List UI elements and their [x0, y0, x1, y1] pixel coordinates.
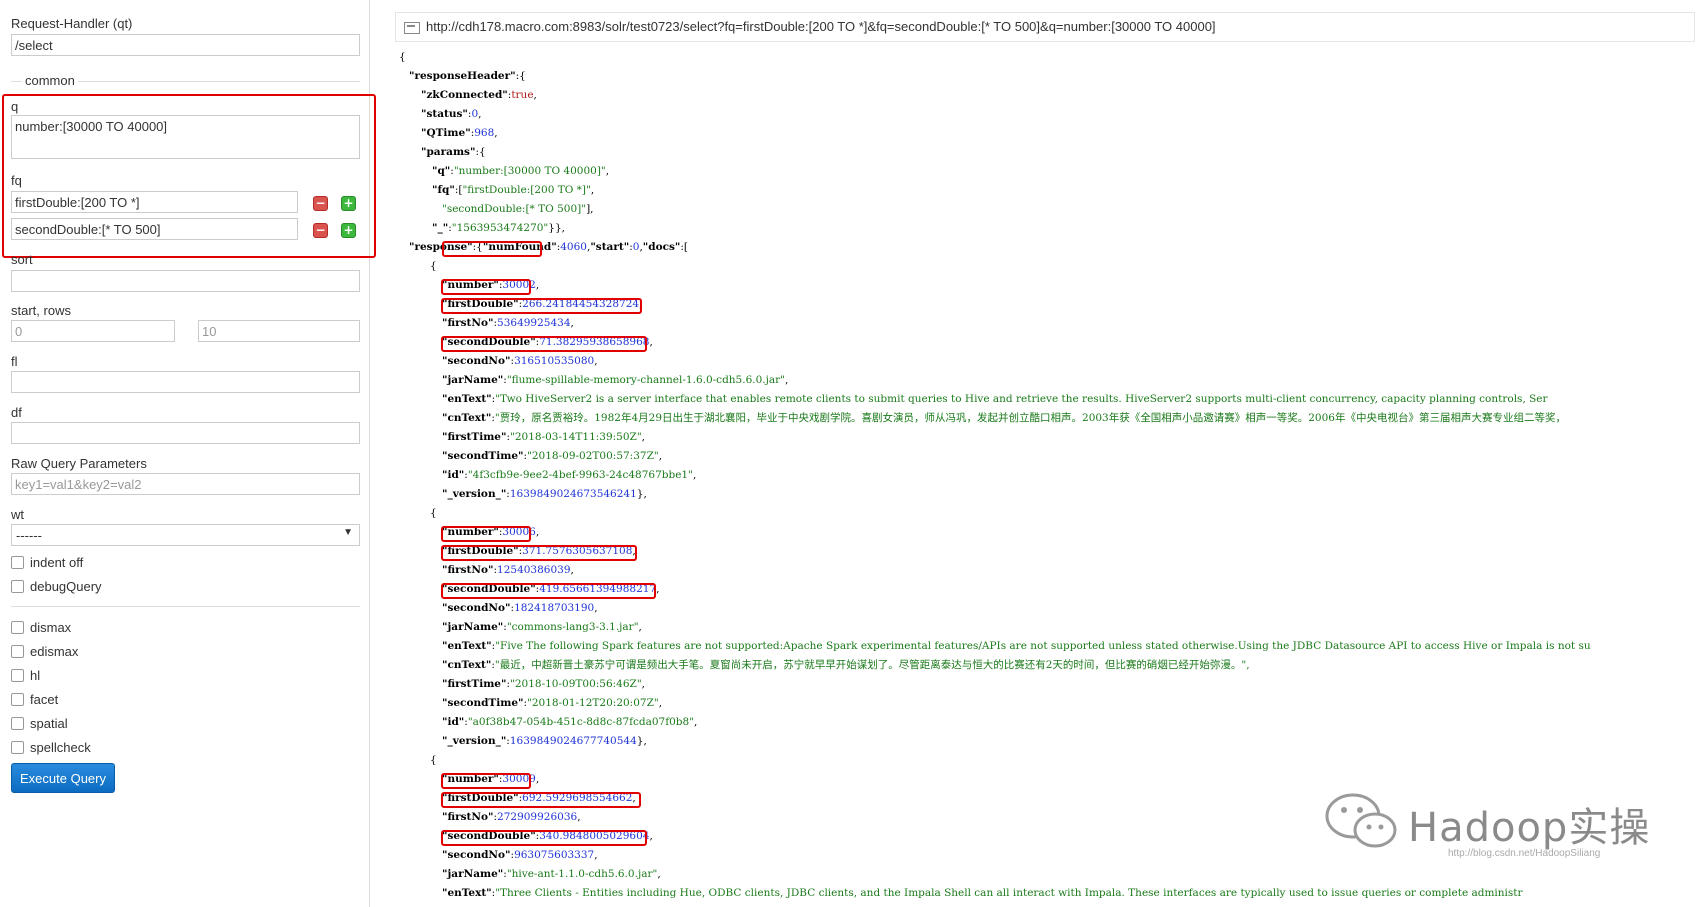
- highlight-firstdouble-box: [441, 298, 642, 314]
- json-line: "jarName":"commons-lang3-3.1.jar",: [442, 621, 642, 633]
- json-line: "secondTime":"2018-01-12T20:20:07Z",: [442, 697, 663, 709]
- fl-label: fl: [11, 354, 18, 369]
- json-line: "responseHeader":{: [409, 70, 526, 82]
- highlight-seconddouble-box: [441, 830, 647, 846]
- json-line: "firstNo":272909926036,: [442, 811, 581, 823]
- link-icon: [404, 21, 420, 34]
- json-line: "secondTime":"2018-09-02T00:57:37Z",: [442, 450, 663, 462]
- json-line: "_version_":1639849024673546241},: [442, 488, 647, 500]
- highlight-numfound-box: [442, 241, 542, 257]
- wt-label: wt: [11, 507, 24, 522]
- spellcheck-checkbox[interactable]: spellcheck: [11, 740, 91, 755]
- checkbox-box[interactable]: [11, 717, 24, 730]
- response-url-bar[interactable]: http://cdh178.macro.com:8983/solr/test07…: [395, 12, 1695, 42]
- json-line: "secondNo":316510535080,: [442, 355, 598, 367]
- json-line: "zkConnected":true,: [421, 89, 537, 101]
- json-line: "firstTime":"2018-10-09T00:56:46Z",: [442, 678, 646, 690]
- indent-off-checkbox[interactable]: indent off: [11, 555, 83, 570]
- checkbox-box[interactable]: [11, 621, 24, 634]
- raw-query-input[interactable]: key1=val1&key2=val2: [11, 473, 360, 495]
- checkbox-label: hl: [30, 668, 41, 683]
- json-line: "enText":"Five The following Spark featu…: [442, 640, 1591, 652]
- json-line: "QTime":968,: [421, 127, 498, 139]
- checkbox-label: debugQuery: [30, 579, 102, 594]
- highlight-query-box: [2, 94, 376, 258]
- watermark-text: Hadoop实操: [1408, 805, 1651, 851]
- checkbox-box[interactable]: [11, 669, 24, 682]
- spatial-checkbox[interactable]: spatial: [11, 716, 68, 731]
- json-line: "cnText":"最近，中超新晋土豪苏宁可谓是频出大手笔。夏窗尚未开启，苏宁就…: [442, 659, 1250, 671]
- wechat-icon: [1325, 793, 1397, 848]
- highlight-seconddouble-box: [441, 336, 647, 352]
- json-line: "params":{: [421, 146, 486, 158]
- json-line: "status":0,: [421, 108, 482, 120]
- checkbox-label: spellcheck: [30, 740, 91, 755]
- json-line: "jarName":"hive-ant-1.1.0-cdh5.6.0.jar",: [442, 868, 661, 880]
- highlight-number-box: [441, 279, 531, 295]
- json-line: "secondDouble:[* TO 500]"],: [442, 203, 594, 215]
- edismax-checkbox[interactable]: edismax: [11, 644, 78, 659]
- debug-query-checkbox[interactable]: debugQuery: [11, 579, 102, 594]
- watermark-url: http://blog.csdn.net/HadoopSiliang: [1448, 848, 1601, 859]
- df-label: df: [11, 405, 22, 420]
- json-line: "firstNo":12540386039,: [442, 564, 574, 576]
- dismax-checkbox[interactable]: dismax: [11, 620, 71, 635]
- json-line: {: [430, 507, 437, 519]
- checkbox-box[interactable]: [11, 556, 24, 569]
- json-line: "enText":"Three Clients - Entities inclu…: [442, 887, 1523, 899]
- checkbox-box[interactable]: [11, 580, 24, 593]
- sort-label: sort: [11, 252, 33, 267]
- json-line: "secondNo":182418703190,: [442, 602, 598, 614]
- response-url[interactable]: http://cdh178.macro.com:8983/solr/test07…: [426, 19, 1216, 34]
- json-line: "firstNo":53649925434,: [442, 317, 574, 329]
- json-line: "_version_":1639849024677740544},: [442, 735, 647, 747]
- highlight-number-box: [441, 526, 531, 542]
- rows-input[interactable]: 10: [198, 320, 360, 342]
- json-line: {: [430, 754, 437, 766]
- fl-input[interactable]: [11, 371, 360, 393]
- common-section-label: common: [22, 73, 78, 88]
- highlight-firstdouble-box: [441, 545, 637, 561]
- checkbox-label: facet: [30, 692, 59, 707]
- options-divider: [11, 606, 360, 607]
- checkbox-label: dismax: [30, 620, 72, 635]
- request-handler-label: Request-Handler (qt): [11, 16, 133, 31]
- json-line: "jarName":"flume-spillable-memory-channe…: [442, 374, 789, 386]
- checkbox-box[interactable]: [11, 645, 24, 658]
- checkbox-box[interactable]: [11, 693, 24, 706]
- json-line: "q":"number:[30000 TO 40000]",: [432, 165, 610, 177]
- highlight-seconddouble-box: [441, 583, 656, 599]
- json-line: {: [430, 260, 437, 272]
- checkbox-label: spatial: [30, 716, 68, 731]
- highlight-number-box: [441, 773, 531, 789]
- highlight-firstdouble-box: [441, 792, 641, 808]
- watermark: Hadoop实操 http://blog.csdn.net/HadoopSili…: [1318, 790, 1698, 860]
- wt-select-value: ------: [16, 528, 42, 543]
- json-line: "enText":"Two HiveServer2 is a server in…: [442, 393, 1548, 405]
- execute-query-button[interactable]: Execute Query: [11, 763, 115, 793]
- facet-checkbox[interactable]: facet: [11, 692, 58, 707]
- json-line: "secondNo":963075603337,: [442, 849, 598, 861]
- checkbox-label: indent off: [30, 555, 84, 570]
- hl-checkbox[interactable]: hl: [11, 668, 40, 683]
- response-json: { "responseHeader":{ "zkConnected":true,…: [395, 48, 1700, 907]
- query-form-panel: Request-Handler (qt) /select common q nu…: [0, 0, 376, 907]
- raw-query-label: Raw Query Parameters: [11, 456, 147, 471]
- json-line: "firstTime":"2018-03-14T11:39:50Z",: [442, 431, 646, 443]
- request-handler-input[interactable]: /select: [11, 34, 360, 56]
- json-line: "id":"4f3cfb9e-9ee2-4bef-9963-24c48767bb…: [442, 469, 697, 481]
- json-line: "fq":["firstDouble:[200 TO *]",: [432, 184, 595, 196]
- checkbox-label: edismax: [30, 644, 79, 659]
- checkbox-box[interactable]: [11, 741, 24, 754]
- json-line: "cnText":"贾玲，原名贾裕玲。1982年4月29日出生于湖北襄阳，毕业于…: [442, 412, 1566, 424]
- df-input[interactable]: [11, 422, 360, 444]
- sort-input[interactable]: [11, 270, 360, 292]
- json-line: "id":"a0f38b47-054b-451c-8d8c-87fcda07f0…: [442, 716, 698, 728]
- start-input[interactable]: 0: [11, 320, 175, 342]
- json-line: "_":"1563953474270"}},: [432, 222, 565, 234]
- start-rows-label: start, rows: [11, 303, 71, 318]
- json-line: {: [399, 51, 406, 63]
- chevron-down-icon: ▼: [343, 527, 353, 538]
- wt-select[interactable]: ------ ▼: [11, 524, 360, 546]
